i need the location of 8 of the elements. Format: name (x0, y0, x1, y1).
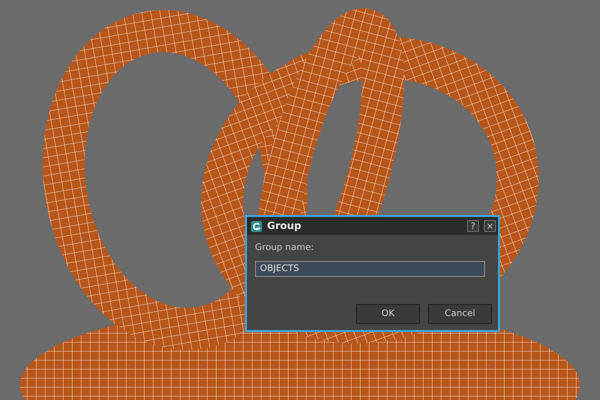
app-logo-icon (251, 220, 262, 232)
dialog-title: Group (267, 220, 302, 232)
ok-button[interactable]: OK (356, 304, 420, 324)
cancel-button[interactable]: Cancel (428, 304, 492, 324)
help-button[interactable]: ? (467, 220, 479, 232)
group-name-field[interactable]: OBJECTS (255, 261, 485, 277)
close-button[interactable]: × (484, 220, 496, 232)
field-label: Group name: (255, 243, 315, 253)
